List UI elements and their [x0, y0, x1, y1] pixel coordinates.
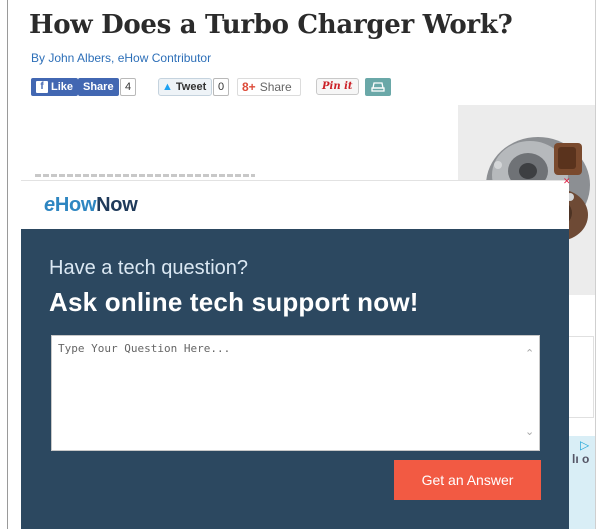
- ehownow-logo: eHowNow: [44, 194, 138, 216]
- facebook-share-button[interactable]: Share: [78, 78, 119, 96]
- modal-prompt: Have a tech question?: [49, 257, 249, 279]
- scroll-up-icon[interactable]: ⌃: [525, 347, 534, 360]
- ad-text: lı o: [572, 452, 590, 466]
- google-plus-share-button[interactable]: 8+ Share: [237, 78, 301, 96]
- get-answer-button[interactable]: Get an Answer: [394, 460, 541, 500]
- tweet-label: Tweet: [175, 81, 207, 93]
- facebook-like-label: Like: [51, 81, 74, 93]
- google-plus-share-label: Share: [259, 80, 292, 94]
- ehownow-modal: eHowNow ✕ Have a tech question? Ask onli…: [21, 176, 571, 529]
- twitter-bird-icon: ▲: [162, 81, 173, 93]
- modal-header: eHowNow ✕: [21, 176, 571, 230]
- pin-it-button[interactable]: Pin it: [316, 78, 359, 95]
- article-title: How Does a Turbo Charger Work?: [29, 10, 513, 40]
- question-input[interactable]: [51, 335, 540, 451]
- modal-body: Have a tech question? Ask online tech su…: [21, 229, 569, 529]
- facebook-like-button[interactable]: f Like: [31, 78, 79, 96]
- byline-link[interactable]: By John Albers, eHow Contributor: [31, 51, 211, 65]
- tweet-count: 0: [213, 78, 230, 96]
- scroll-down-icon[interactable]: ⌄: [525, 425, 534, 438]
- sidebar-box: [569, 336, 594, 418]
- modal-headline: Ask online tech support now!: [49, 287, 419, 317]
- facebook-share-count: 4: [120, 78, 137, 96]
- google-plus-icon: 8+: [242, 80, 256, 94]
- print-icon: [371, 82, 385, 92]
- page-right-border: [595, 0, 596, 529]
- ad-banner[interactable]: ▷ lı o: [569, 436, 595, 529]
- article-text-fragment: [35, 174, 255, 177]
- print-button[interactable]: [365, 78, 391, 96]
- page-left-border: [7, 0, 8, 529]
- tweet-button[interactable]: ▲ Tweet: [158, 78, 213, 96]
- ad-choices-icon[interactable]: ▷: [580, 438, 589, 452]
- facebook-icon: f: [36, 81, 48, 93]
- close-icon[interactable]: ✕: [563, 176, 571, 187]
